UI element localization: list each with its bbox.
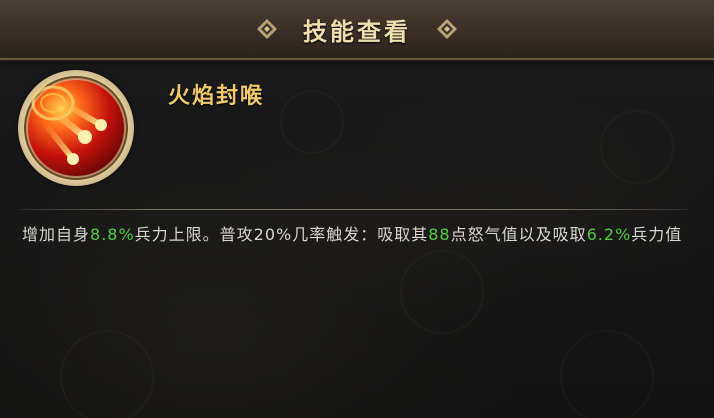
- skill-description: 增加自身8.8%兵力上限。普攻20%几率触发：吸取其88点怒气值以及吸取6.2%…: [22, 222, 692, 247]
- fire-skill-icon: [18, 70, 134, 186]
- skill-name: 火焰封喉: [168, 83, 265, 109]
- background-ornament: [560, 330, 654, 418]
- skill-view-panel: 技能查看 火焰封喉 增加自身8.8%兵力上限。普攻20%几率触发：吸取其88点怒…: [0, 0, 714, 418]
- background-ornament: [280, 90, 344, 154]
- description-text: 增加自身: [22, 225, 91, 244]
- description-text: 点怒气值以及吸取: [450, 225, 587, 244]
- background-ornament: [600, 110, 674, 184]
- panel-header: 技能查看: [0, 0, 714, 62]
- diamond-ornament-icon: [437, 19, 457, 39]
- highlight-value: 8.8%: [90, 225, 135, 244]
- highlight-value: 88: [428, 225, 451, 244]
- description-text: 兵力值: [631, 225, 683, 244]
- highlight-value: 6.2%: [586, 225, 632, 244]
- background-ornament: [60, 330, 154, 418]
- background-ornament: [400, 250, 484, 334]
- diamond-ornament-icon: [257, 19, 277, 39]
- divider: [20, 209, 688, 210]
- panel-title: 技能查看: [303, 16, 411, 46]
- description-text: 兵力上限。普攻20%几率触发：吸取其: [134, 225, 429, 244]
